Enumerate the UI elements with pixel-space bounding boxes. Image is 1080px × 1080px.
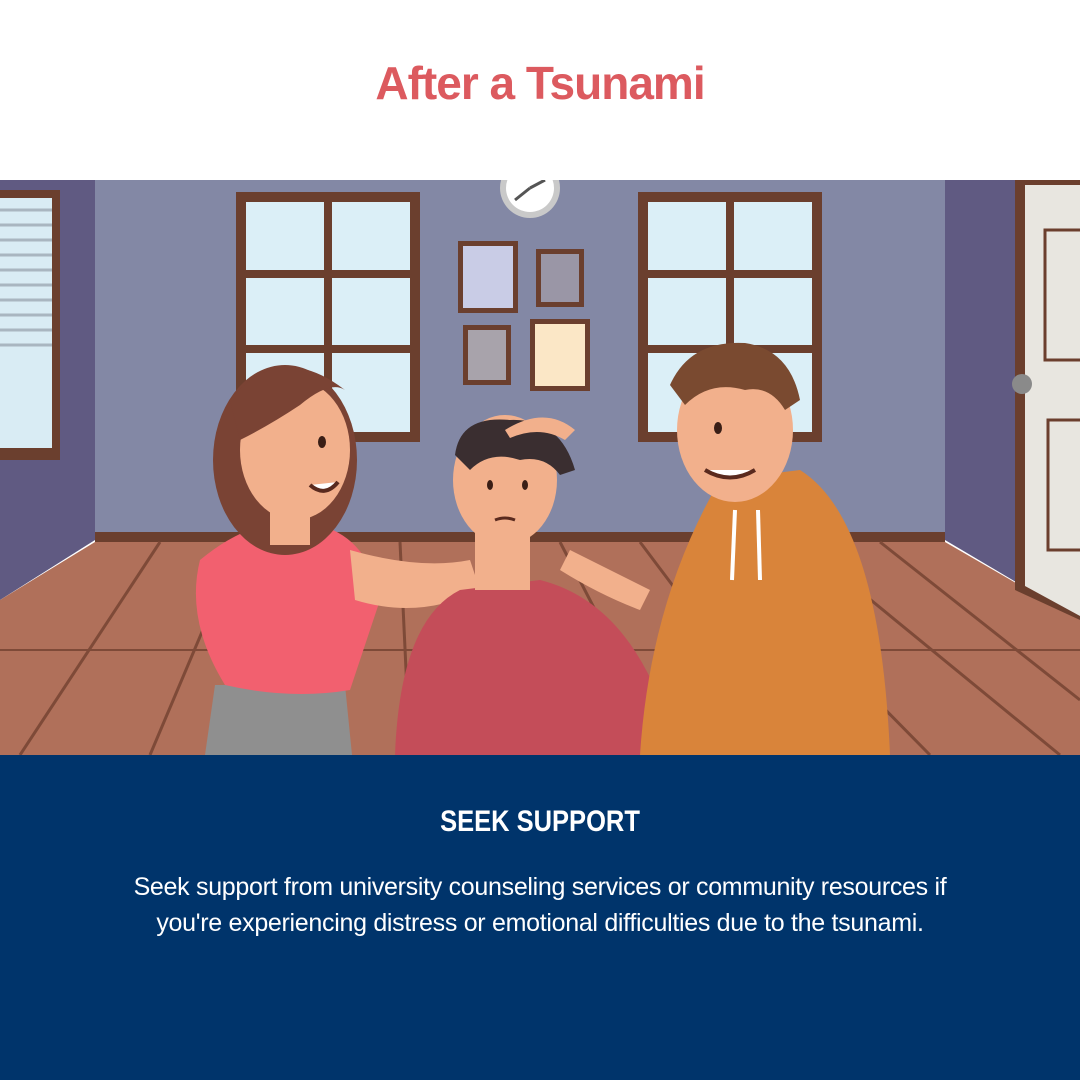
door (1012, 180, 1080, 620)
page-title: After a Tsunami (375, 57, 705, 109)
info-panel: SEEK SUPPORT Seek support from universit… (0, 755, 1080, 1080)
section-body-text: Seek support from university counseling … (133, 873, 947, 937)
room-scene-image (0, 180, 1080, 755)
support-illustration (0, 180, 1080, 755)
section-heading: SEEK SUPPORT (440, 805, 640, 838)
header: After a Tsunami (0, 0, 1080, 180)
